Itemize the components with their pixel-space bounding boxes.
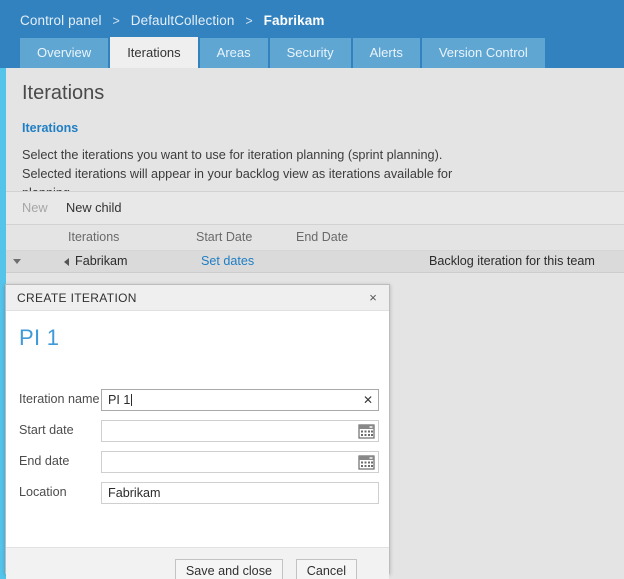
- set-dates-link[interactable]: Set dates: [201, 254, 254, 268]
- dialog-body: PI 1 Iteration name PI 1 ✕ Start date En…: [6, 311, 389, 547]
- start-date-input[interactable]: [101, 420, 379, 442]
- location-value: Fabrikam: [108, 486, 161, 500]
- page-title: Iterations: [22, 82, 105, 104]
- create-iteration-dialog: CREATE ITERATION × PI 1 Iteration name P…: [5, 284, 390, 579]
- tab-areas[interactable]: Areas: [199, 38, 268, 68]
- grid-toolbar: New New child: [6, 191, 624, 225]
- chevron-down-icon[interactable]: [13, 259, 21, 264]
- label-start-date: Start date: [19, 423, 74, 437]
- column-header-start-date[interactable]: Start Date: [196, 230, 252, 244]
- tab-security[interactable]: Security: [269, 38, 351, 68]
- tab-overview[interactable]: Overview: [20, 38, 109, 68]
- dialog-heading: PI 1: [19, 325, 60, 350]
- clear-x-icon[interactable]: ✕: [363, 392, 373, 409]
- iterations-grid: Iterations Start Date End Date Fabrikam …: [6, 225, 624, 273]
- heading-caret-block: [168, 323, 177, 351]
- tab-strip: Overview Iterations Areas Security Alert…: [20, 37, 547, 68]
- breadcrumb-item-control-panel[interactable]: Control panel: [20, 13, 102, 28]
- field-row-end-date: End date: [19, 451, 379, 473]
- location-input[interactable]: Fabrikam: [101, 482, 379, 504]
- grid-header-row: Iterations Start Date End Date: [6, 225, 624, 251]
- iteration-name-input[interactable]: PI 1 ✕: [101, 389, 379, 411]
- close-icon[interactable]: ×: [363, 288, 383, 308]
- breadcrumb-item-default-collection[interactable]: DefaultCollection: [131, 13, 235, 28]
- label-location: Location: [19, 485, 67, 499]
- field-row-iteration-name: Iteration name PI 1 ✕: [19, 389, 379, 411]
- dialog-title: CREATE ITERATION: [17, 291, 137, 305]
- breadcrumb-item-fabrikam[interactable]: Fabrikam: [264, 13, 325, 28]
- header-band: Control panel > DefaultCollection > Fabr…: [0, 0, 624, 68]
- column-header-iterations[interactable]: Iterations: [68, 230, 119, 244]
- new-child-button[interactable]: New child: [66, 200, 121, 215]
- label-iteration-name: Iteration name: [19, 392, 100, 406]
- calendar-icon[interactable]: [358, 423, 375, 439]
- tab-version-control[interactable]: Version Control: [421, 38, 545, 68]
- breadcrumb-separator-icon: >: [112, 14, 120, 28]
- iteration-name-value: PI 1: [108, 393, 133, 407]
- dialog-titlebar[interactable]: CREATE ITERATION ×: [6, 285, 389, 311]
- calendar-icon[interactable]: [358, 454, 375, 470]
- cancel-button[interactable]: Cancel: [295, 559, 357, 579]
- breadcrumb-separator-icon: >: [245, 14, 253, 28]
- app-window: Control panel > DefaultCollection > Fabr…: [0, 0, 624, 579]
- field-row-start-date: Start date: [19, 420, 379, 442]
- new-button[interactable]: New: [22, 200, 48, 215]
- tab-alerts[interactable]: Alerts: [352, 38, 420, 68]
- table-row[interactable]: Fabrikam Set dates Backlog iteration for…: [6, 251, 624, 273]
- save-and-close-button[interactable]: Save and close: [174, 559, 283, 579]
- section-heading: Iterations: [22, 121, 79, 135]
- tab-iterations[interactable]: Iterations: [110, 37, 198, 68]
- row-iteration-name: Fabrikam: [75, 254, 128, 268]
- dialog-footer: Save and close Cancel: [6, 547, 389, 579]
- field-row-location: Location Fabrikam: [19, 482, 379, 504]
- breadcrumb: Control panel > DefaultCollection > Fabr…: [20, 13, 324, 28]
- expand-triangle-icon[interactable]: [64, 258, 69, 266]
- row-note: Backlog iteration for this team: [429, 254, 595, 268]
- end-date-input[interactable]: [101, 451, 379, 473]
- label-end-date: End date: [19, 454, 70, 468]
- column-header-end-date[interactable]: End Date: [296, 230, 348, 244]
